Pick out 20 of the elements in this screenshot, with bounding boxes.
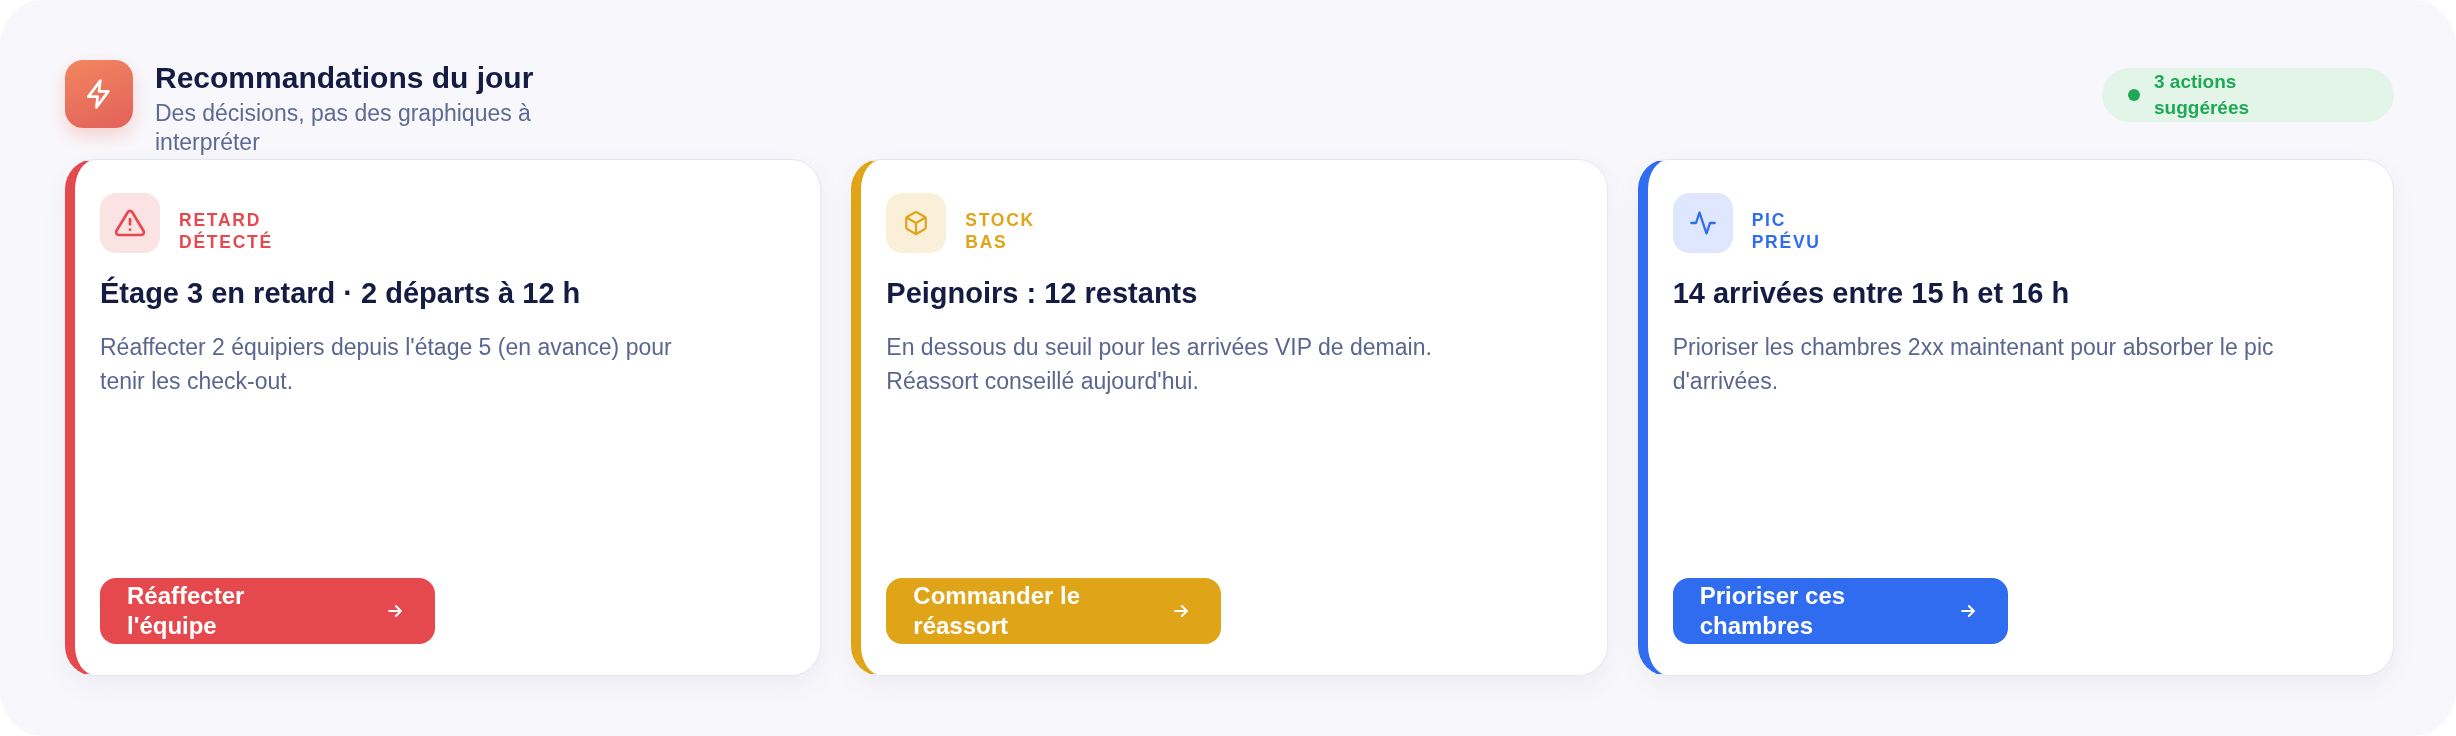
- action-button[interactable]: Prioriser ces chambres: [1672, 578, 2008, 644]
- category-label: PIC PRÉVU: [1751, 209, 1821, 253]
- card-description: Prioriser les chambres 2xx maintenant pour absorber le pic d'arrivées.: [1672, 333, 2275, 396]
- actions-count-text: 3 actions suggérées: [2154, 70, 2251, 120]
- category-label: STOCK BAS: [965, 209, 1035, 253]
- card-description: Réaffecter 2 équipiers depuis l'étage 5 (en avance) pour tenir les check-out.: [100, 333, 673, 396]
- warning-icon: [100, 193, 160, 253]
- panel-subtitle: Des décisions, pas des graphiques à interpréter: [155, 99, 532, 157]
- action-button[interactable]: Réaffecter l'équipe: [100, 578, 435, 644]
- lightning-icon: [65, 60, 133, 128]
- card-title: Peignoirs : 12 restants: [886, 276, 1199, 311]
- category-label: RETARD DÉTECTÉ: [179, 209, 273, 253]
- card-title: 14 arrivées entre 15 h et 16 h: [1672, 276, 2071, 311]
- action-button[interactable]: Commander le réassort: [886, 578, 1222, 644]
- panel-title: Recommandations du jour: [155, 61, 535, 95]
- card-title: Étage 3 en retard · 2 départs à 12 h: [100, 276, 582, 311]
- pulse-icon: [1672, 193, 1733, 253]
- card-description: En dessous du seuil pour les arrivées VIP de demain. Réassort conseillé aujourd'hui.: [886, 333, 1433, 396]
- box-icon: [886, 193, 947, 253]
- status-dot-icon: [2128, 89, 2140, 101]
